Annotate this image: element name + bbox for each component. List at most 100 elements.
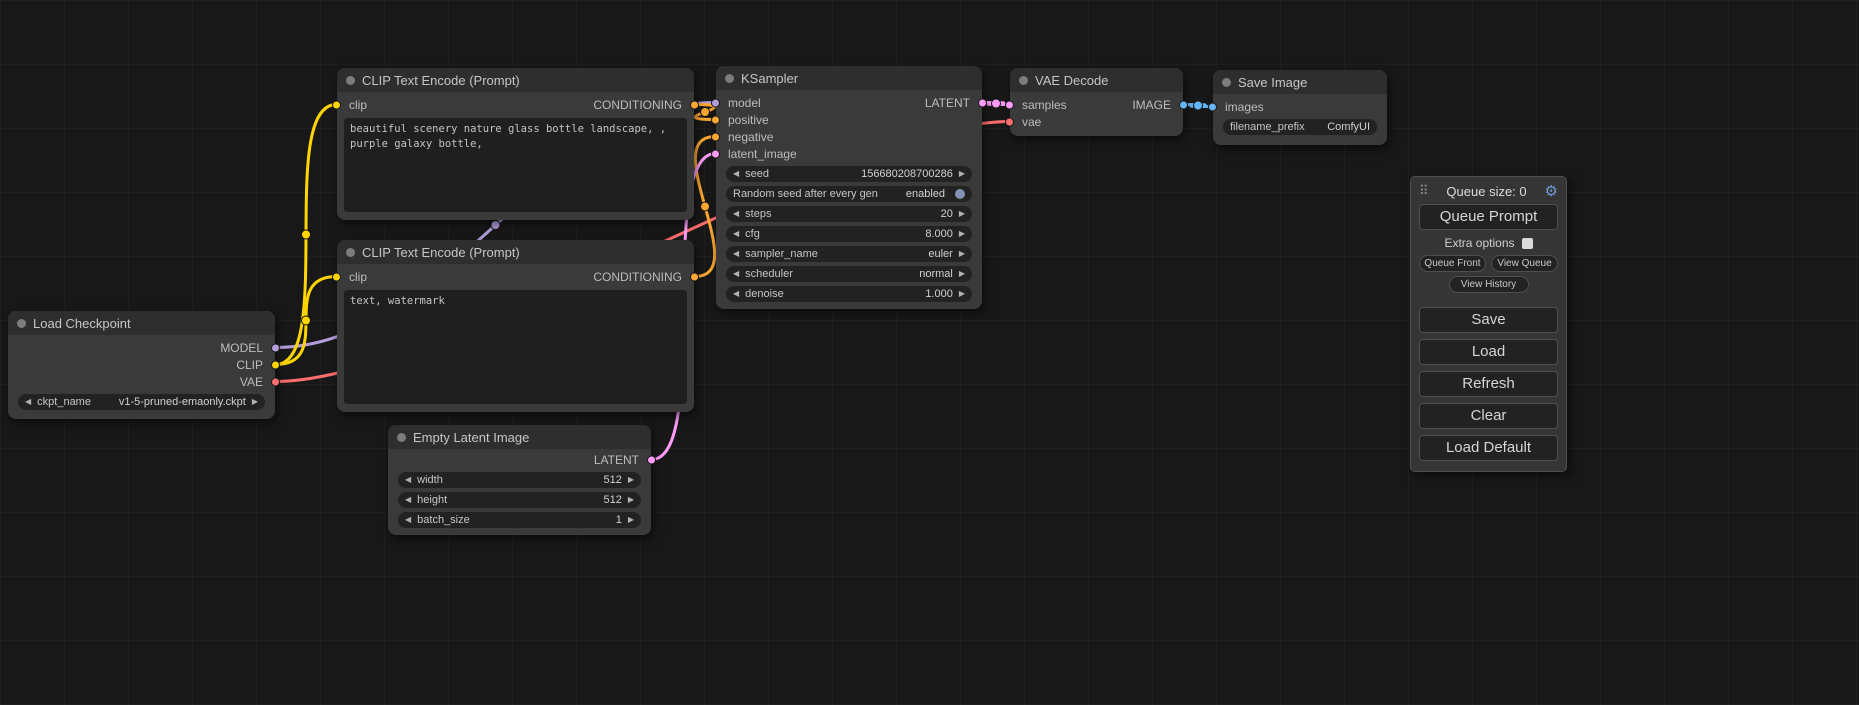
node-clip-text-encode-positive[interactable]: CLIP Text Encode (Prompt) clip CONDITION…	[337, 68, 694, 220]
widget-label: width	[417, 474, 443, 486]
decrement-arrow-icon[interactable]: ◀	[733, 270, 739, 278]
positive-prompt-textarea[interactable]: beautiful scenery nature glass bottle la…	[344, 118, 687, 212]
slot-label: CONDITIONING	[593, 270, 682, 284]
collapse-dot-icon[interactable]	[725, 74, 734, 83]
clear-button[interactable]: Clear	[1419, 403, 1558, 429]
increment-arrow-icon[interactable]: ▶	[959, 210, 965, 218]
clip-input-port[interactable]	[332, 100, 341, 109]
images-input-port[interactable]	[1208, 102, 1217, 111]
toggle-dot-icon[interactable]	[955, 189, 965, 199]
decrement-arrow-icon[interactable]: ◀	[733, 210, 739, 218]
save-button[interactable]: Save	[1419, 307, 1558, 333]
clip-input-port[interactable]	[332, 272, 341, 281]
sampler-name-widget[interactable]: ◀ sampler_name euler ▶	[726, 246, 972, 262]
node-title-bar[interactable]: Load Checkpoint	[8, 311, 275, 335]
ckpt-name-widget[interactable]: ◀ ckpt_name v1-5-pruned-emaonly.ckpt ▶	[18, 394, 265, 410]
decrement-arrow-icon[interactable]: ◀	[25, 398, 31, 406]
node-graph-canvas[interactable]: Load Checkpoint MODEL CLIP VAE ◀ ckpt_na…	[0, 0, 1859, 705]
conditioning-output-port[interactable]	[690, 272, 699, 281]
queue-menu-panel: ⠿ Queue size: 0 ⚙ Queue Prompt Extra opt…	[1410, 176, 1567, 472]
collapse-dot-icon[interactable]	[1222, 78, 1231, 87]
widget-value: v1-5-pruned-emaonly.ckpt	[119, 396, 246, 408]
io-row: clip CONDITIONING	[337, 96, 694, 113]
input-row-vae: vae	[1010, 113, 1183, 130]
increment-arrow-icon[interactable]: ▶	[628, 516, 634, 524]
collapse-dot-icon[interactable]	[346, 76, 355, 85]
slot-label: vae	[1022, 115, 1041, 129]
drag-handle-icon[interactable]: ⠿	[1419, 183, 1429, 199]
random-seed-toggle-widget[interactable]: Random seed after every gen enabled	[726, 186, 972, 202]
steps-widget[interactable]: ◀ steps 20 ▶	[726, 206, 972, 222]
latent-image-input-port[interactable]	[711, 149, 720, 158]
increment-arrow-icon[interactable]: ▶	[628, 496, 634, 504]
decrement-arrow-icon[interactable]: ◀	[733, 250, 739, 258]
decrement-arrow-icon[interactable]: ◀	[733, 170, 739, 178]
refresh-button[interactable]: Refresh	[1419, 371, 1558, 397]
collapse-dot-icon[interactable]	[1019, 76, 1028, 85]
output-row-clip: CLIP	[8, 356, 275, 373]
node-title-bar[interactable]: Save Image	[1213, 70, 1387, 94]
clip-output-port[interactable]	[271, 360, 280, 369]
latent-output-port[interactable]	[647, 455, 656, 464]
samples-input-port[interactable]	[1005, 100, 1014, 109]
increment-arrow-icon[interactable]: ▶	[959, 170, 965, 178]
widget-label: height	[417, 494, 447, 506]
model-output-port[interactable]	[271, 343, 280, 352]
width-widget[interactable]: ◀ width 512 ▶	[398, 472, 641, 488]
load-default-button[interactable]: Load Default	[1419, 435, 1558, 461]
widget-label: batch_size	[417, 514, 470, 526]
vae-output-port[interactable]	[271, 377, 280, 386]
widget-label: sampler_name	[745, 248, 818, 260]
negative-prompt-textarea[interactable]: text, watermark	[344, 290, 687, 404]
node-title-bar[interactable]: Empty Latent Image	[388, 425, 651, 449]
node-save-image[interactable]: Save Image images filename_prefix ComfyU…	[1213, 70, 1387, 145]
denoise-widget[interactable]: ◀ denoise 1.000 ▶	[726, 286, 972, 302]
batch-size-widget[interactable]: ◀ batch_size 1 ▶	[398, 512, 641, 528]
negative-input-port[interactable]	[711, 132, 720, 141]
queue-front-button[interactable]: Queue Front	[1419, 255, 1486, 272]
increment-arrow-icon[interactable]: ▶	[959, 230, 965, 238]
settings-gear-icon[interactable]: ⚙	[1545, 184, 1558, 199]
queue-prompt-button[interactable]: Queue Prompt	[1419, 204, 1558, 230]
view-history-button[interactable]: View History	[1449, 276, 1529, 293]
scheduler-widget[interactable]: ◀ scheduler normal ▶	[726, 266, 972, 282]
node-title-bar[interactable]: VAE Decode	[1010, 68, 1183, 92]
decrement-arrow-icon[interactable]: ◀	[405, 516, 411, 524]
increment-arrow-icon[interactable]: ▶	[959, 290, 965, 298]
node-empty-latent-image[interactable]: Empty Latent Image LATENT ◀ width 512 ▶ …	[388, 425, 651, 535]
view-queue-button[interactable]: View Queue	[1491, 255, 1558, 272]
decrement-arrow-icon[interactable]: ◀	[733, 230, 739, 238]
cfg-widget[interactable]: ◀ cfg 8.000 ▶	[726, 226, 972, 242]
vae-input-port[interactable]	[1005, 117, 1014, 126]
widget-value: 1.000	[925, 288, 953, 300]
extra-options-checkbox[interactable]	[1522, 238, 1533, 249]
node-clip-text-encode-negative[interactable]: CLIP Text Encode (Prompt) clip CONDITION…	[337, 240, 694, 412]
collapse-dot-icon[interactable]	[397, 433, 406, 442]
collapse-dot-icon[interactable]	[17, 319, 26, 328]
filename-prefix-widget[interactable]: filename_prefix ComfyUI	[1223, 119, 1377, 135]
load-button[interactable]: Load	[1419, 339, 1558, 365]
increment-arrow-icon[interactable]: ▶	[959, 250, 965, 258]
latent-output-port[interactable]	[978, 98, 987, 107]
node-ksampler[interactable]: KSampler model LATENT positive negative …	[716, 66, 982, 309]
increment-arrow-icon[interactable]: ▶	[628, 476, 634, 484]
node-vae-decode[interactable]: VAE Decode samples IMAGE vae	[1010, 68, 1183, 136]
image-output-port[interactable]	[1179, 100, 1188, 109]
height-widget[interactable]: ◀ height 512 ▶	[398, 492, 641, 508]
node-title-bar[interactable]: CLIP Text Encode (Prompt)	[337, 68, 694, 92]
node-title-bar[interactable]: KSampler	[716, 66, 982, 90]
seed-widget[interactable]: ◀ seed 156680208700286 ▶	[726, 166, 972, 182]
conditioning-output-port[interactable]	[690, 100, 699, 109]
model-input-port[interactable]	[711, 98, 720, 107]
widget-label: ckpt_name	[37, 396, 91, 408]
increment-arrow-icon[interactable]: ▶	[252, 398, 258, 406]
collapse-dot-icon[interactable]	[346, 248, 355, 257]
decrement-arrow-icon[interactable]: ◀	[405, 476, 411, 484]
node-title-bar[interactable]: CLIP Text Encode (Prompt)	[337, 240, 694, 264]
decrement-arrow-icon[interactable]: ◀	[405, 496, 411, 504]
decrement-arrow-icon[interactable]: ◀	[733, 290, 739, 298]
slot-label: samples	[1022, 98, 1067, 112]
positive-input-port[interactable]	[711, 115, 720, 124]
node-load-checkpoint[interactable]: Load Checkpoint MODEL CLIP VAE ◀ ckpt_na…	[8, 311, 275, 419]
increment-arrow-icon[interactable]: ▶	[959, 270, 965, 278]
